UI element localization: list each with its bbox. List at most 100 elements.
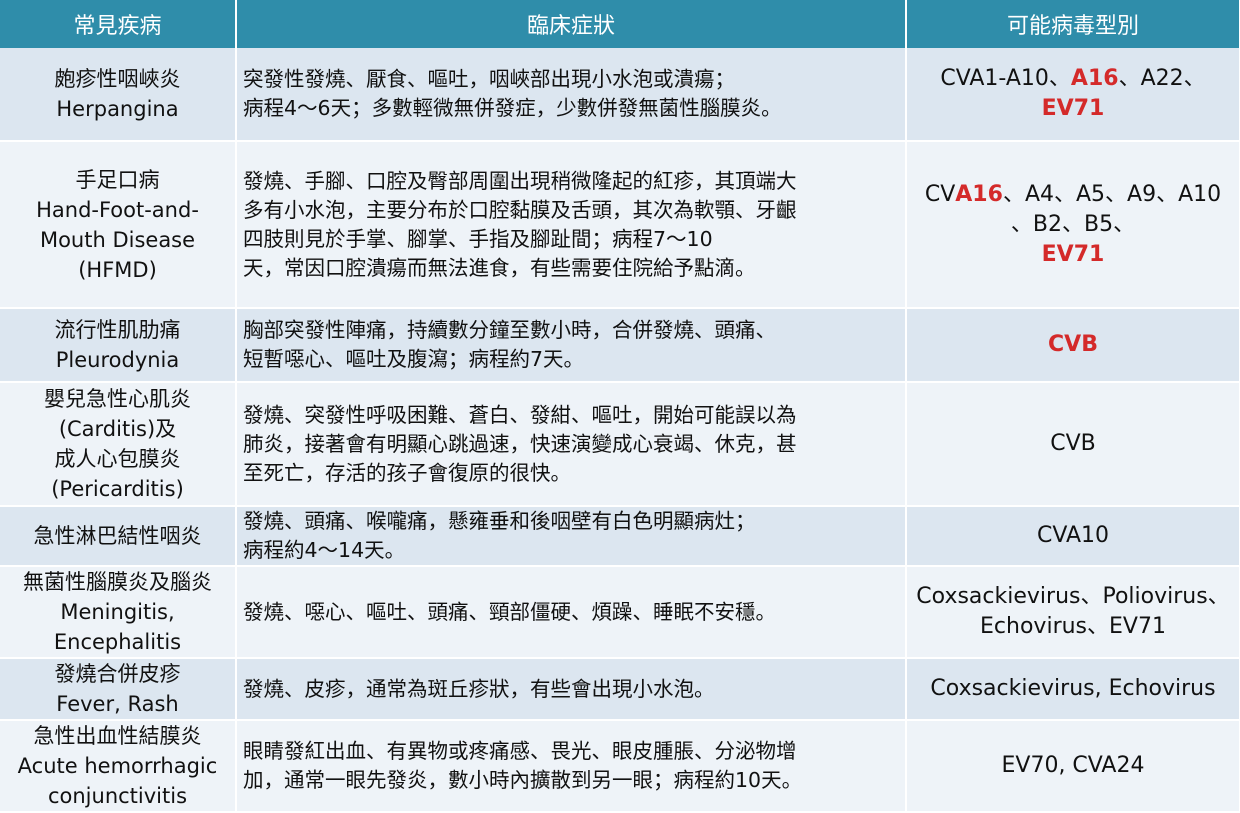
symptoms-cell: 發燒、頭痛、喉嚨痛，懸雍垂和後咽壁有白色明顯病灶； 病程約4～14天。: [236, 506, 907, 567]
disease-name-line: Pleurodynia: [55, 348, 180, 372]
virus-line: CVA10: [909, 521, 1237, 551]
virus-line: Coxsackievirus、Poliovirus、: [909, 582, 1237, 612]
virus-type-text: 、A4、A5、A9、A10: [1002, 181, 1222, 207]
table-row: 流行性肌肋痛 Pleurodynia 胸部突發性陣痛，持續數分鐘至數小時，合併發燒…: [0, 308, 1240, 383]
virus-types-cell: CVA10: [906, 506, 1240, 567]
table-row: 皰疹性咽峽炎 Herpangina 突發性發燒、厭食、嘔吐，咽峽部出現小水泡或潰瘍…: [0, 48, 1240, 142]
symptom-line: 發燒、皮疹，通常為斑丘疹狀，有些會出現小水泡。: [243, 676, 715, 701]
virus-line: CVA1-A10、A16、A22、: [909, 64, 1237, 94]
disease-name-cell: 流行性肌肋痛 Pleurodynia: [0, 308, 237, 383]
disease-name-line: 手足口病: [75, 167, 160, 192]
symptoms-cell: 發燒、皮疹，通常為斑丘疹狀，有些會出現小水泡。: [236, 658, 907, 721]
table-row: 手足口病 Hand-Foot-and- Mouth Disease (HFMD) 發燒…: [0, 141, 1240, 309]
virus-type-highlight: CVB: [1048, 332, 1098, 357]
virus-types-cell: CVA16、A4、A5、A9、A10 、B2、B5、 EV71: [906, 141, 1240, 309]
virus-type-text: 、B2、B5、: [1010, 211, 1136, 237]
symptoms-cell: 發燒、突發性呼吸困難、蒼白、發紺、嘔吐，開始可能誤以為 肺炎，接著會有明顯心跳過速…: [236, 382, 907, 507]
table-row: 嬰兒急性心肌炎 (Carditis)及 成人心包膜炎 (Pericarditis) 發…: [0, 382, 1240, 507]
disease-name-cell: 皰疹性咽峽炎 Herpangina: [0, 48, 237, 142]
disease-name-line: conjunctivitis: [47, 784, 188, 808]
disease-name-line: Encephalitis: [53, 630, 182, 654]
virus-line: EV71: [909, 94, 1237, 124]
virus-types-cell: CVA1-A10、A16、A22、 EV71: [906, 48, 1240, 142]
table-row: 無菌性腦膜炎及腦炎 Meningitis, Encephalitis 發燒、噁心、嘔…: [0, 566, 1240, 659]
symptom-line: 發燒、突發性呼吸困難、蒼白、發紺、嘔吐，開始可能誤以為: [243, 402, 797, 427]
disease-name-line: 流行性肌肋痛: [54, 318, 181, 342]
virus-type-text: CVA10: [1036, 523, 1110, 548]
virus-type-text: CV: [924, 181, 956, 207]
virus-types-cell: CVB: [906, 308, 1240, 383]
disease-name-cell: 發燒合併皮疹 Fever, Rash: [0, 658, 237, 721]
disease-name-line: 發燒合併皮疹: [54, 662, 181, 686]
table-row: 急性出血性結膜炎 Acute hemorrhagic conjunctivitis …: [0, 720, 1240, 813]
disease-name-cell: 嬰兒急性心肌炎 (Carditis)及 成人心包膜炎 (Pericarditis): [0, 382, 237, 507]
virus-type-text: EV70, CVA24: [1001, 753, 1145, 778]
virus-type-text: CVA1-A10、: [940, 66, 1071, 91]
virus-line: EV71: [909, 240, 1237, 270]
symptoms-cell: 突發性發燒、厭食、嘔吐，咽峽部出現小水泡或潰瘍； 病程4～6天；多數輕微無併發症，…: [236, 48, 907, 142]
disease-name-line: Acute hemorrhagic: [17, 754, 218, 778]
virus-type-highlight: A16: [1070, 66, 1119, 91]
symptom-line: 病程約4～14天。: [243, 538, 406, 562]
table-row: 發燒合併皮疹 Fever, Rash 發燒、皮疹，通常為斑丘疹狀，有些會出現小水泡…: [0, 658, 1240, 721]
virus-line: CVB: [909, 429, 1237, 459]
symptom-line: 眼睛發紅出血、有異物或疼痛感、畏光、眼皮腫脹、分泌物增: [243, 739, 797, 763]
virus-line: Echovirus、EV71: [909, 612, 1237, 642]
disease-name-line: 無菌性腦膜炎及腦炎: [23, 570, 212, 594]
symptom-line: 至死亡，存活的孩子會復原的很快。: [243, 460, 571, 485]
disease-name-cell: 急性出血性結膜炎 Acute hemorrhagic conjunctivitis: [0, 720, 237, 813]
virus-type-text: Coxsackievirus, Echovirus: [930, 676, 1216, 701]
virus-types-cell: Coxsackievirus, Echovirus: [906, 658, 1240, 721]
disease-name-line: (HFMD): [78, 257, 157, 282]
virus-line: CVA16、A4、A5、A9、A10: [909, 180, 1237, 210]
symptom-line: 突發性發燒、厭食、嘔吐，咽峽部出現小水泡或潰瘍；: [243, 67, 735, 91]
virus-type-text: Coxsackievirus、Poliovirus、: [916, 584, 1230, 609]
virus-type-text: CVB: [1050, 431, 1096, 456]
disease-name-line: 皰疹性咽峽炎: [54, 67, 181, 91]
virus-line: EV70, CVA24: [909, 751, 1237, 781]
symptoms-cell: 胸部突發性陣痛，持續數分鐘至數小時，合併發燒、頭痛、 短暫噁心、嘔吐及腹瀉；病程約…: [236, 308, 907, 383]
symptom-line: 天，常因口腔潰瘍而無法進食，有些需要住院給予點滴。: [243, 255, 756, 280]
disease-name-line: Hand-Foot-and-: [36, 197, 199, 222]
header-row: 常見疾病 臨床症狀 可能病毒型別: [0, 0, 1240, 48]
disease-name-line: Fever, Rash: [56, 692, 179, 716]
symptom-line: 短暫噁心、嘔吐及腹瀉；病程約7天。: [243, 347, 585, 371]
symptom-line: 肺炎，接著會有明顯心跳過速，快速演變成心衰竭、休克，甚: [243, 431, 797, 456]
disease-name-line: 急性淋巴結性咽炎: [33, 524, 202, 548]
disease-name-line: (Pericarditis): [51, 477, 184, 501]
symptom-line: 加，通常一眼先發炎，數小時內擴散到另一眼；病程約10天。: [243, 768, 803, 792]
virus-types-cell: Coxsackievirus、Poliovirus、 Echovirus、EV71: [906, 566, 1240, 659]
virus-type-highlight: EV71: [1041, 241, 1105, 267]
symptom-line: 病程4～6天；多數輕微無併發症，少數併發無菌性腦膜炎。: [243, 96, 782, 120]
disease-name-line: (Carditis)及: [58, 417, 177, 441]
symptoms-cell: 發燒、噁心、嘔吐、頭痛、頸部僵硬、煩躁、睡眠不安穩。: [236, 566, 907, 659]
header-virus-types: 可能病毒型別: [906, 0, 1240, 48]
virus-type-text: 、A22、: [1118, 66, 1206, 91]
virus-type-highlight: EV71: [1041, 96, 1105, 121]
disease-name-cell: 急性淋巴結性咽炎: [0, 506, 237, 567]
virus-types-cell: EV70, CVA24: [906, 720, 1240, 813]
symptom-line: 發燒、噁心、嘔吐、頭痛、頸部僵硬、煩躁、睡眠不安穩。: [243, 599, 776, 624]
disease-name-cell: 手足口病 Hand-Foot-and- Mouth Disease (HFMD): [0, 141, 237, 309]
header-symptoms: 臨床症狀: [236, 0, 907, 48]
disease-name-line: Mouth Disease: [39, 227, 196, 252]
disease-name-line: Herpangina: [56, 97, 179, 121]
virus-types-cell: CVB: [906, 382, 1240, 507]
disease-table: 常見疾病 臨床症狀 可能病毒型別 皰疹性咽峽炎 Herpangina 突發性發燒、…: [0, 0, 1240, 813]
virus-type-highlight: A16: [955, 181, 1003, 207]
disease-name-line: Meningitis,: [60, 600, 175, 624]
virus-line: Coxsackievirus, Echovirus: [909, 674, 1237, 704]
symptom-line: 發燒、頭痛、喉嚨痛，懸雍垂和後咽壁有白色明顯病灶；: [243, 509, 756, 533]
disease-name-line: 嬰兒急性心肌炎: [44, 387, 191, 411]
disease-name-line: 急性出血性結膜炎: [33, 724, 202, 748]
symptoms-cell: 眼睛發紅出血、有異物或疼痛感、畏光、眼皮腫脹、分泌物增 加，通常一眼先發炎，數小時…: [236, 720, 907, 813]
disease-name-line: 成人心包膜炎: [54, 447, 181, 471]
symptoms-cell: 發燒、手腳、口腔及臀部周圍出現稍微隆起的紅疹，其頂端大 多有小水泡，主要分布於口腔…: [236, 141, 907, 309]
symptom-line: 胸部突發性陣痛，持續數分鐘至數小時，合併發燒、頭痛、: [243, 318, 776, 342]
header-disease: 常見疾病: [0, 0, 237, 48]
disease-name-cell: 無菌性腦膜炎及腦炎 Meningitis, Encephalitis: [0, 566, 237, 659]
symptom-line: 多有小水泡，主要分布於口腔黏膜及舌頭，其次為軟顎、牙齦: [243, 197, 797, 222]
virus-line: 、B2、B5、: [909, 210, 1237, 240]
symptom-line: 發燒、手腳、口腔及臀部周圍出現稍微隆起的紅疹，其頂端大: [243, 168, 797, 193]
symptom-line: 四肢則見於手掌、腳掌、手指及腳趾間；病程7～10: [243, 226, 713, 251]
